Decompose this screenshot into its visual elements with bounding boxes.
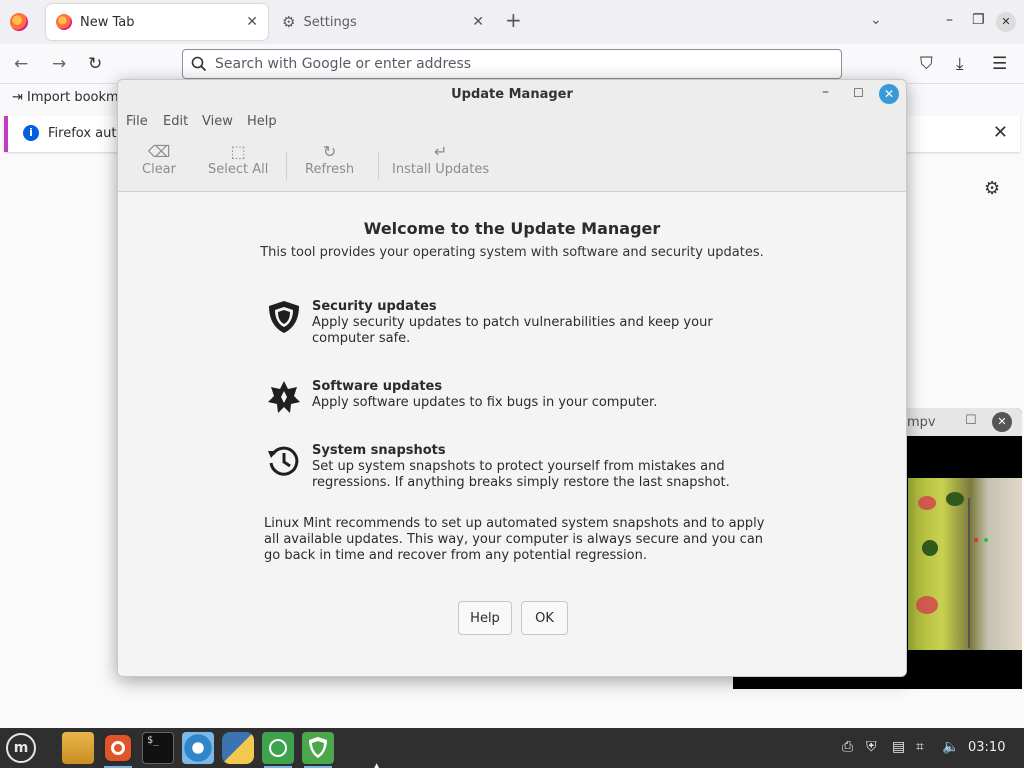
mint-menu-icon[interactable]: m (6, 733, 36, 763)
firefox-favicon-icon (56, 14, 72, 30)
gear-icon: ⚙ (282, 13, 296, 31)
feature-description: Apply security updates to patch vulnerab… (312, 315, 713, 346)
address-placeholder: Search with Google or enter address (215, 56, 472, 72)
help-button[interactable]: Help (458, 601, 512, 635)
browser-tab-bar: New Tab ✕ ⚙ Settings ✕ + ⌄ – ❐ ✕ (0, 0, 1024, 44)
recommendation-text: Linux Mint recommends to set up automate… (264, 516, 765, 563)
menu-help[interactable]: Help (247, 114, 277, 129)
customize-gear-icon[interactable]: ⚙ (984, 178, 1000, 199)
toolbar-separator (286, 152, 287, 180)
spreadsheet-icon[interactable] (262, 732, 294, 768)
address-bar[interactable]: Search with Google or enter address (182, 49, 842, 79)
feature-title: Security updates (312, 299, 437, 314)
close-tab-icon[interactable]: ✕ (246, 14, 258, 30)
info-icon: i (23, 125, 39, 141)
feature-title: System snapshots (312, 443, 446, 458)
clipboard-icon[interactable]: ⎙ (842, 739, 853, 755)
minimize-window-button[interactable]: – (822, 84, 829, 100)
network-icon[interactable]: ⌗ (916, 739, 924, 755)
search-icon (191, 56, 207, 72)
pocket-icon[interactable]: ⛉ (920, 54, 933, 74)
welcome-title: Welcome to the Update Manager (363, 219, 661, 238)
maximize-window-button[interactable]: ☐ (853, 86, 864, 100)
reload-icon[interactable]: ↻ (88, 54, 102, 74)
tab-new-tab[interactable]: New Tab ✕ (46, 4, 268, 40)
menu-file[interactable]: File (126, 114, 148, 129)
toolbar: ⌫ Clear ⬚ Select All ↻ Refresh ↵ Install… (118, 134, 906, 192)
backspace-icon: ⌫ (147, 142, 171, 161)
select-all-icon: ⬚ (230, 142, 246, 161)
update-manager-icon[interactable] (302, 732, 334, 768)
terminal-icon[interactable]: $_ (142, 732, 174, 764)
firefox-icon[interactable] (102, 732, 134, 768)
python-icon[interactable] (222, 732, 254, 764)
update-manager-window: Update Manager – ☐ ✕ File Edit View Help… (117, 79, 907, 677)
mpv-title: mpv (907, 415, 936, 430)
feature-security: Security updates Apply security updates … (266, 299, 786, 347)
feature-description: Apply software updates to fix bugs in yo… (312, 395, 658, 410)
feature-title: Software updates (312, 379, 443, 394)
import-bookmarks-link[interactable]: ⇥ Import bookm (12, 90, 119, 105)
files-icon[interactable] (62, 732, 94, 764)
close-notification-icon[interactable]: ✕ (993, 122, 1008, 143)
history-icon (268, 446, 299, 476)
feature-description: Set up system snapshots to protect yours… (312, 459, 730, 490)
clear-button[interactable]: ⌫ Clear (142, 142, 176, 177)
close-window-button[interactable]: ✕ (996, 12, 1016, 32)
tab-label: Settings (303, 14, 357, 30)
close-window-button[interactable]: ✕ (879, 84, 899, 104)
taskbar: m $_ ⎙ ⛨ ▤ ⌗ 🔈 03:10 (0, 728, 1024, 768)
feature-software: Software updates Apply software updates … (266, 379, 786, 415)
hamburger-menu-icon[interactable]: ☰ (992, 54, 1007, 74)
app-icon[interactable] (182, 732, 214, 764)
install-label: Install Updates (392, 162, 490, 177)
forward-icon[interactable]: → (52, 54, 66, 74)
dialog-titlebar: Update Manager – ☐ ✕ (118, 80, 906, 110)
clock[interactable]: 03:10 (968, 740, 1005, 755)
minimize-window-button[interactable]: – (946, 12, 953, 28)
back-icon[interactable]: ← (14, 54, 28, 74)
gear-star-icon (268, 381, 300, 413)
refresh-button[interactable]: ↻ Refresh (305, 142, 354, 177)
ok-button[interactable]: OK (521, 601, 568, 635)
volume-icon[interactable]: 🔈 (942, 739, 959, 755)
chevron-down-icon[interactable]: ⌄ (870, 12, 882, 28)
downloads-icon[interactable]: ⤓ (956, 54, 964, 74)
notes-icon[interactable]: ▤ (892, 739, 905, 755)
select-all-button[interactable]: ⬚ Select All (208, 142, 268, 177)
maximize-window-button[interactable]: ☐ (965, 413, 977, 428)
close-tab-icon[interactable]: ✕ (472, 14, 484, 30)
shield-icon (269, 301, 299, 333)
install-icon: ↵ (433, 142, 448, 161)
refresh-icon: ↻ (322, 142, 337, 161)
firefox-menu-icon[interactable] (10, 13, 28, 31)
dialog-title: Update Manager (451, 87, 573, 102)
toolbar-separator (378, 152, 379, 180)
refresh-label: Refresh (305, 162, 355, 177)
browser-nav-bar: ← → ↻ Search with Google or enter addres… (0, 44, 1024, 84)
menu-view[interactable]: View (202, 114, 233, 129)
import-icon: ⇥ (12, 90, 23, 105)
menu-edit[interactable]: Edit (163, 114, 188, 129)
notification-text: Firefox auto (48, 126, 125, 141)
maximize-window-button[interactable]: ❐ (972, 12, 985, 28)
welcome-subtitle: This tool provides your operating system… (260, 245, 764, 260)
new-tab-button[interactable]: + (505, 10, 522, 30)
install-updates-button[interactable]: ↵ Install Updates (392, 142, 489, 177)
menu-bar: File Edit View Help (118, 110, 906, 134)
feature-snapshots: System snapshots Set up system snapshots… (266, 443, 786, 491)
tab-settings[interactable]: ⚙ Settings ✕ (272, 4, 494, 40)
welcome-panel: Welcome to the Update Manager This tool … (118, 193, 906, 676)
update-shield-icon[interactable]: ⛨ (866, 739, 877, 755)
mouse-cursor-icon: ▲ (372, 760, 382, 768)
video-frame (908, 478, 1022, 650)
select-all-label: Select All (208, 162, 269, 177)
clear-label: Clear (142, 162, 176, 177)
tab-label: New Tab (80, 14, 135, 30)
close-window-button[interactable]: ✕ (992, 412, 1012, 432)
